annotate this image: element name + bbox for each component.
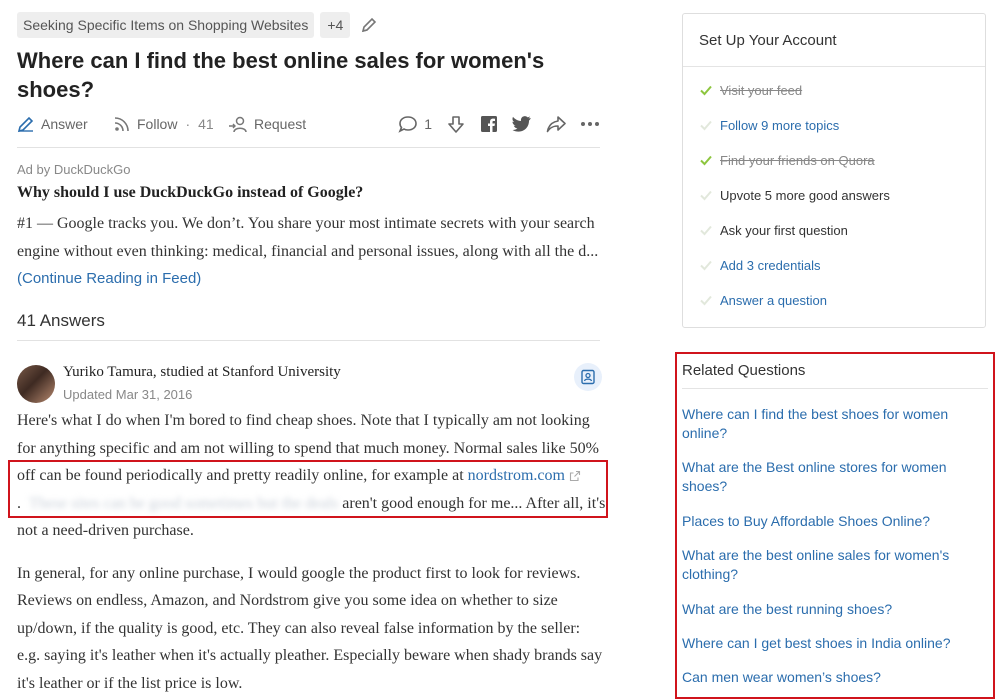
setup-item-follow-topics[interactable]: Follow 9 more topics [699,115,839,135]
check-icon [700,260,712,271]
comment-button[interactable]: 1 [398,115,432,133]
ad-body: #1 — Google tracks you. We don’t. You sh… [17,210,600,293]
check-icon [700,225,712,236]
related-questions-title: Related Questions [682,362,806,379]
follow-label: Follow [137,116,178,132]
setup-item-label: Answer a question [720,292,827,308]
divider [682,388,988,389]
continue-reading-link[interactable]: (Continue Reading in Feed) [17,270,201,287]
related-questions-panel: Related Questions Where can I find the b… [675,352,995,699]
topic-more-button[interactable]: +4 [320,12,351,38]
check-icon [700,155,712,166]
setup-item-visit-feed[interactable]: Visit your feed [699,80,802,100]
comments-count: 1 [424,116,432,132]
answer-button[interactable]: Answer [17,112,88,136]
related-question-link[interactable]: What are the best online sales for women… [682,546,972,584]
more-options-button[interactable] [580,115,600,133]
comment-icon [398,116,418,133]
setup-item-label: Visit your feed [720,82,803,98]
ad-title[interactable]: Why should I use DuckDuckGo instead of G… [17,184,363,202]
related-question-link[interactable]: Where can I find the best shoes for wome… [682,405,972,443]
follow-button[interactable]: Follow · 41 [113,112,214,136]
question-actions: Answer Follow · 41 Request 1 [17,112,600,136]
bookmark-button[interactable] [574,363,602,391]
setup-item-find-friends[interactable]: Find your friends on Quora [699,150,875,170]
ad-sponsor-label: Ad by DuckDuckGo [17,162,131,177]
answer-body: Here's what I do when I'm bored to find … [17,407,607,699]
setup-item-add-credentials[interactable]: Add 3 credentials [699,255,820,275]
twitter-share-button[interactable] [512,115,532,133]
related-question-link[interactable]: Can men wear women’s shoes? [682,668,972,687]
setup-account-panel: Set Up Your Account Visit your feed Foll… [682,13,986,328]
setup-item-label: Ask your first question [720,222,848,238]
facebook-icon [481,116,497,132]
check-icon [700,85,712,96]
pencil-icon[interactable] [360,16,378,34]
answer-paragraph: In general, for any online purchase, I w… [17,564,603,692]
check-icon [700,190,712,201]
downvote-icon [448,116,464,133]
avatar[interactable] [17,365,55,403]
question-title[interactable]: Where can I find the best online sales f… [17,46,600,104]
related-question-link[interactable]: Places to Buy Affordable Shoes Online? [682,512,972,531]
ad-body-text: #1 — Google tracks you. We don’t. You sh… [17,215,599,260]
more-dots-icon [581,122,599,126]
related-question-link[interactable]: What are the best running shoes? [682,600,972,619]
divider [17,147,600,148]
setup-item-answer-question[interactable]: Answer a question [699,290,827,310]
twitter-icon [512,116,531,132]
check-icon [700,295,712,306]
request-label: Request [254,116,307,132]
divider [683,66,985,67]
setup-item-label: Follow 9 more topics [720,117,840,133]
follow-count: 41 [198,116,214,132]
pencil-icon [17,116,34,133]
setup-item-label: Add 3 credentials [720,257,821,273]
topic-bar: Seeking Specific Items on Shopping Websi… [17,11,378,39]
bookmark-person-icon [581,369,595,385]
downvote-button[interactable] [446,114,466,134]
follow-separator: · [185,116,191,132]
setup-item-label: Find your friends on Quora [720,152,875,168]
answer-label: Answer [41,116,88,132]
setup-panel-title: Set Up Your Account [699,32,837,49]
request-button[interactable]: Request [228,112,306,136]
highlight-box [8,460,608,518]
related-question-link[interactable]: Where can I get best shoes in India onli… [682,634,972,653]
setup-item-ask-question[interactable]: Ask your first question [699,220,848,240]
related-question-link[interactable]: What are the Best online stores for wome… [682,458,972,496]
topic-chip[interactable]: Seeking Specific Items on Shopping Websi… [17,12,315,38]
setup-item-label: Upvote 5 more good answers [720,187,890,203]
share-button[interactable] [546,115,566,133]
share-arrow-icon [546,116,566,133]
answer-updated-date[interactable]: Updated Mar 31, 2016 [63,387,192,402]
check-icon [700,120,712,131]
answer-author[interactable]: Yuriko Tamura, studied at Stanford Unive… [63,364,341,381]
share-actions: 1 [384,112,600,136]
request-person-icon [229,116,247,133]
setup-item-upvote[interactable]: Upvote 5 more good answers [699,185,890,205]
facebook-share-button[interactable] [480,115,498,133]
answers-count-heading: 41 Answers [17,311,105,330]
divider [17,340,600,341]
rss-icon [114,117,129,132]
